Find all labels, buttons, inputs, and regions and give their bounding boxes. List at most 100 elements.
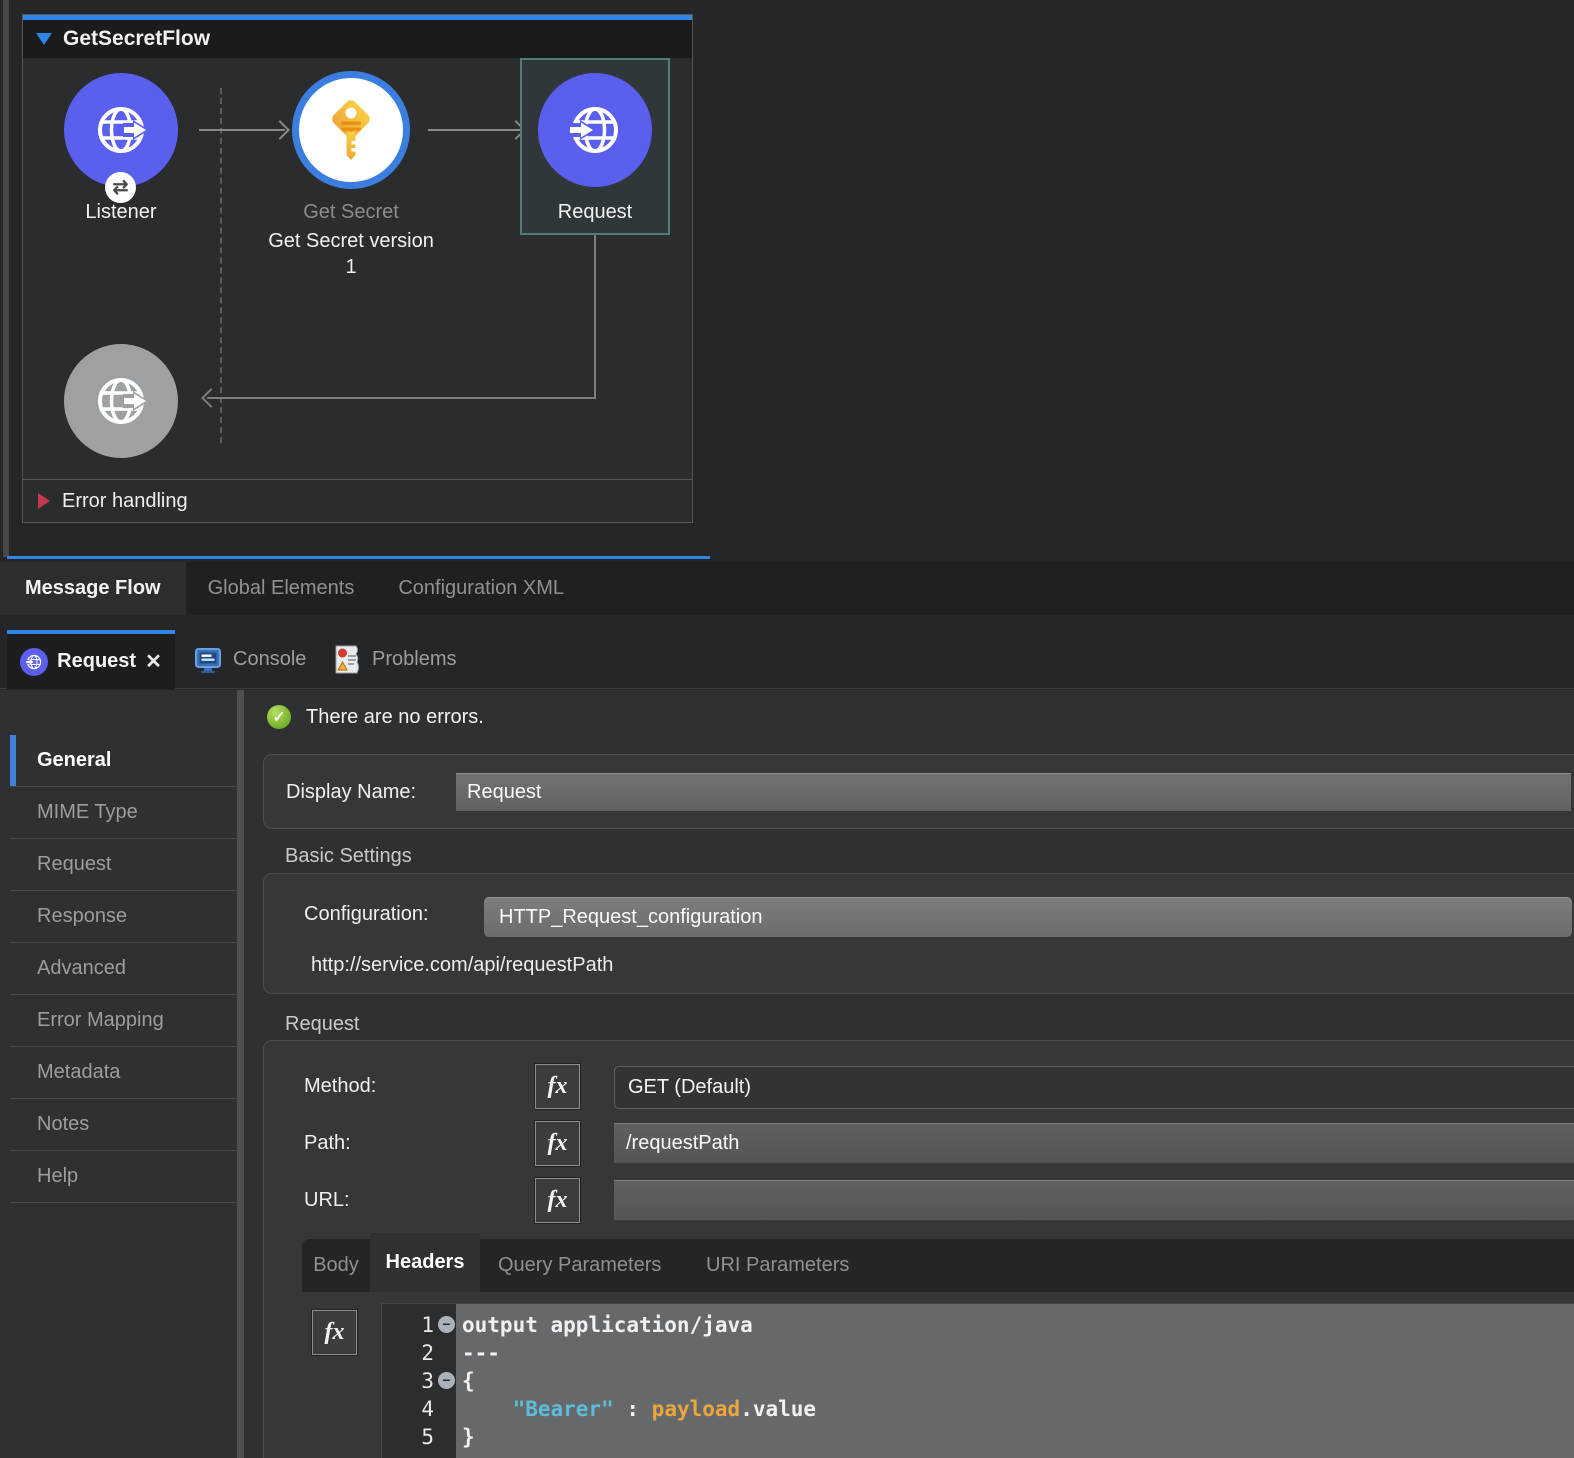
line-number: 5 [394,1423,434,1451]
listener-node-label: Listener [23,199,219,225]
method-label: Method: [304,1075,376,1098]
editor-gutter: 1 2 3 4 5 − − [382,1304,456,1458]
properties-sidebar: General MIME Type Request Response Advan… [10,735,237,1203]
get-secret-version-number: 1 [253,254,449,280]
tab-query-parameters[interactable]: Query Parameters [498,1239,661,1292]
tab-console[interactable]: Console [193,630,306,689]
console-icon [193,645,223,675]
tab-configuration-xml[interactable]: Configuration XML [376,562,586,615]
path-fx-button[interactable]: fx [534,1120,581,1167]
properties-content: ✓ There are no errors. Display Name: Req… [244,690,1574,1458]
sidebar-item-metadata[interactable]: Metadata [10,1047,237,1099]
fx-icon: fx [548,1187,568,1214]
flow-canvas[interactable]: ⇄ Listener Get Secret Get Secret version… [23,58,692,479]
sidebar-item-advanced[interactable]: Advanced [10,943,237,995]
sidebar-item-general[interactable]: General [10,735,237,787]
url-input[interactable] [614,1180,1574,1221]
fx-icon: fx [548,1073,568,1100]
scope-dashed-divider [220,88,222,443]
line-number: 3 [394,1367,434,1395]
code-line: } [462,1423,816,1451]
collapse-triangle-icon[interactable] [36,33,52,45]
dataweave-code[interactable]: output application/java---{ "Bearer" : p… [462,1311,816,1451]
request-node-label: Request [497,199,693,225]
get-secret-version-label: Get Secret version [253,228,449,254]
dataweave-editor[interactable]: 1 2 3 4 5 − − output application/java---… [381,1303,1574,1458]
sidebar-item-help[interactable]: Help [10,1151,237,1203]
configuration-url: http://service.com/api/requestPath [311,954,613,977]
display-name-label: Display Name: [286,755,416,830]
fx-icon: fx [548,1130,568,1157]
close-icon[interactable]: ✕ [145,649,162,674]
tab-message-flow[interactable]: Message Flow [0,562,186,615]
key-icon [317,96,385,164]
error-handling-bar[interactable]: Error handling [23,479,692,522]
method-combo[interactable]: GET (Default) [614,1066,1574,1109]
anypoint-studio-window: GetSecretFlow ⇄ Listener [0,0,1574,1458]
tab-problems[interactable]: Problems [333,630,456,689]
line-number: 1 [394,1311,434,1339]
request-node[interactable] [538,73,652,187]
status-message: There are no errors. [306,706,484,729]
swap-arrows-glyph: ⇄ [113,176,129,199]
tab-headers[interactable]: Headers [370,1233,480,1292]
method-fx-button[interactable]: fx [534,1063,581,1110]
request-section-title: Request [285,1013,360,1036]
return-connector-horizontal [207,397,596,399]
url-fx-button[interactable]: fx [534,1177,581,1224]
flow-title: GetSecretFlow [63,27,210,51]
request-tab-label: Request [57,650,136,673]
canvas-left-scrollbar[interactable] [3,0,9,557]
view-tab-bar: Request ✕ Console Problems [0,630,1574,689]
problems-tab-label: Problems [372,648,456,671]
get-secret-node[interactable] [292,71,410,189]
line-number: 2 [394,1339,434,1367]
flow-editor-tabs: Message Flow Global Elements Configurati… [0,562,1574,615]
tab-global-elements[interactable]: Global Elements [186,562,377,615]
line-number: 4 [394,1395,434,1423]
sidebar-item-mime-type[interactable]: MIME Type [10,787,237,839]
tab-body[interactable]: Body [302,1239,370,1292]
error-handling-label: Error handling [62,490,188,513]
properties-panel: General MIME Type Request Response Advan… [0,690,1574,1458]
request-parameter-tabs: Body Headers Query Parameters URI Parame… [302,1239,1574,1292]
console-tab-label: Console [233,648,306,671]
sidebar-scrollbar[interactable] [237,690,244,1458]
globe-out-icon [89,98,153,162]
configuration-label: Configuration: [304,903,429,926]
display-name-input[interactable]: Request [456,773,1571,811]
basic-settings-title: Basic Settings [285,845,412,868]
headers-fx-button[interactable]: fx [311,1309,358,1356]
active-editor-underline [7,556,710,559]
error-handling-expand-icon[interactable] [38,493,50,509]
globe-out-icon [89,369,153,433]
url-label: URL: [304,1189,350,1212]
listener-node[interactable] [64,73,178,187]
sidebar-item-request[interactable]: Request [10,839,237,891]
path-input[interactable]: /requestPath [614,1123,1574,1164]
tab-uri-parameters[interactable]: URI Parameters [706,1239,849,1292]
display-name-group: Display Name: Request [263,754,1574,829]
configuration-dropdown[interactable]: HTTP_Request_configuration [484,897,1572,937]
get-secret-node-label: Get Secret [253,199,449,225]
disabled-http-node[interactable] [64,344,178,458]
sidebar-item-response[interactable]: Response [10,891,237,943]
connector-arrowhead-icon [270,120,290,140]
flow-titlebar[interactable]: GetSecretFlow [23,20,692,58]
code-line: output application/java [462,1311,816,1339]
sidebar-item-error-mapping[interactable]: Error Mapping [10,995,237,1047]
globe-in-icon [563,98,627,162]
flow-container: GetSecretFlow ⇄ Listener [22,14,693,523]
request-tab-globe-icon [20,648,48,676]
fold-icon[interactable]: − [438,1316,455,1333]
path-label: Path: [304,1132,351,1155]
request-group: Method: fx GET (Default) Path: fx /reque… [263,1040,1574,1458]
code-line: { [462,1367,816,1395]
fold-icon[interactable]: − [438,1372,455,1389]
code-line: "Bearer" : payload.value [462,1395,816,1423]
check-icon: ✓ [267,705,291,729]
tab-request-properties[interactable]: Request ✕ [7,630,175,689]
sidebar-item-notes[interactable]: Notes [10,1099,237,1151]
return-connector-vertical [594,235,596,398]
return-arrowhead-icon [201,388,221,408]
